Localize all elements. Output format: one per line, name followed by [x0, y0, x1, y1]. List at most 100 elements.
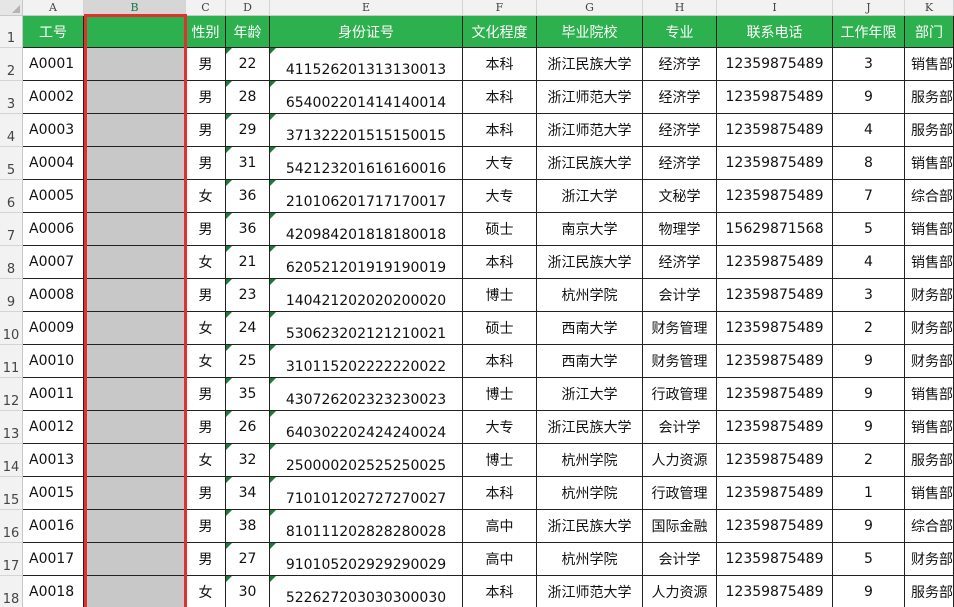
cell-school[interactable]: 浙江民族大学 — [537, 246, 643, 279]
cell-school[interactable]: 浙江师范大学 — [537, 114, 643, 147]
cell-id[interactable]: A0002 — [23, 81, 84, 114]
cell-id[interactable]: A0005 — [23, 180, 84, 213]
cell-age[interactable]: 28 — [226, 81, 270, 114]
table-header-id[interactable]: 工号 — [23, 16, 84, 48]
cell-age[interactable]: 30 — [226, 576, 270, 607]
cell-phone[interactable]: 12359875489 — [717, 378, 833, 411]
cell-education[interactable]: 本科 — [463, 345, 537, 378]
cell-school[interactable]: 杭州学院 — [537, 543, 643, 576]
cell-id[interactable]: A0016 — [23, 510, 84, 543]
cell-phone[interactable]: 12359875489 — [717, 345, 833, 378]
cell-school[interactable]: 浙江大学 — [537, 378, 643, 411]
cell-id-card[interactable]: 250000202525250025 — [270, 444, 463, 477]
cell-education[interactable]: 高中 — [463, 543, 537, 576]
cell-years[interactable]: 4 — [833, 114, 905, 147]
cell-education[interactable]: 本科 — [463, 477, 537, 510]
table-header-id-card[interactable]: 身份证号 — [270, 16, 463, 48]
cell-education[interactable]: 本科 — [463, 48, 537, 81]
cell-major[interactable]: 会计学 — [643, 543, 717, 576]
spreadsheet-grid[interactable]: A B C D E F G H I J K 1 2 3 4 5 6 7 8 9 10 11 12 13 14 15 16 17 18 工号… — [0, 0, 954, 607]
row-header-1[interactable]: 1 — [0, 16, 23, 48]
table-header-years[interactable]: 工作年限 — [833, 16, 905, 48]
cell-gender[interactable]: 男 — [186, 48, 226, 81]
cell-age[interactable]: 32 — [226, 444, 270, 477]
table-header-school[interactable]: 毕业院校 — [537, 16, 643, 48]
cell-gender[interactable]: 男 — [186, 543, 226, 576]
cell-id-card[interactable]: 654002201414140014 — [270, 81, 463, 114]
cell-id[interactable]: A0001 — [23, 48, 84, 81]
cell-gender[interactable]: 女 — [186, 180, 226, 213]
row-header-7[interactable]: 7 — [0, 213, 23, 246]
cell-id-card[interactable]: 371322201515150015 — [270, 114, 463, 147]
cell-years[interactable]: 9 — [833, 378, 905, 411]
cell-education[interactable]: 大专 — [463, 411, 537, 444]
cell-major[interactable]: 经济学 — [643, 81, 717, 114]
cell-dept[interactable]: 销售部 — [905, 213, 954, 246]
cell-school[interactable]: 浙江师范大学 — [537, 576, 643, 607]
cell-gender[interactable]: 女 — [186, 444, 226, 477]
cell-education[interactable]: 博士 — [463, 444, 537, 477]
row-header-9[interactable]: 9 — [0, 279, 23, 312]
cell-years[interactable]: 1 — [833, 477, 905, 510]
cell-dept[interactable]: 财务部 — [905, 345, 954, 378]
row-header-15[interactable]: 15 — [0, 477, 23, 510]
cell-gender[interactable]: 男 — [186, 477, 226, 510]
cell-education[interactable]: 本科 — [463, 576, 537, 607]
cell-dept[interactable]: 综合部 — [905, 180, 954, 213]
cell-id[interactable]: A0007 — [23, 246, 84, 279]
cell-dept[interactable]: 销售部 — [905, 48, 954, 81]
cell-age[interactable]: 23 — [226, 279, 270, 312]
cell-name[interactable] — [84, 213, 186, 246]
cell-major[interactable]: 文秘学 — [643, 180, 717, 213]
cell-education[interactable]: 大专 — [463, 180, 537, 213]
select-all-corner[interactable] — [0, 0, 23, 16]
table-header-dept[interactable]: 部门 — [905, 16, 954, 48]
cell-name[interactable] — [84, 246, 186, 279]
cell-school[interactable]: 浙江师范大学 — [537, 81, 643, 114]
cell-school[interactable]: 浙江民族大学 — [537, 48, 643, 81]
cell-age[interactable]: 24 — [226, 312, 270, 345]
cell-gender[interactable]: 男 — [186, 114, 226, 147]
cell-phone[interactable]: 15629871568 — [717, 213, 833, 246]
column-header-b[interactable]: B — [84, 0, 186, 16]
cell-gender[interactable]: 女 — [186, 576, 226, 607]
cell-education[interactable]: 博士 — [463, 279, 537, 312]
cell-major[interactable]: 人力资源 — [643, 576, 717, 607]
cell-id-card[interactable]: 210106201717170017 — [270, 180, 463, 213]
column-header-j[interactable]: J — [833, 0, 905, 16]
cell-dept[interactable]: 服务部 — [905, 444, 954, 477]
cell-name[interactable] — [84, 477, 186, 510]
table-header-age[interactable]: 年龄 — [226, 16, 270, 48]
cell-name[interactable] — [84, 147, 186, 180]
column-header-f[interactable]: F — [463, 0, 537, 16]
cell-years[interactable]: 9 — [833, 411, 905, 444]
cell-id-card[interactable]: 522627203030300030 — [270, 576, 463, 607]
cell-dept[interactable]: 服务部 — [905, 576, 954, 607]
cell-dept[interactable]: 销售部 — [905, 477, 954, 510]
cell-name[interactable] — [84, 444, 186, 477]
cell-id-card[interactable]: 140421202020200020 — [270, 279, 463, 312]
cell-school[interactable]: 西南大学 — [537, 345, 643, 378]
cell-age[interactable]: 34 — [226, 477, 270, 510]
cell-name[interactable] — [84, 378, 186, 411]
cell-major[interactable]: 人力资源 — [643, 444, 717, 477]
cell-major[interactable]: 物理学 — [643, 213, 717, 246]
cell-id-card[interactable]: 310115202222220022 — [270, 345, 463, 378]
cell-age[interactable]: 26 — [226, 411, 270, 444]
cell-age[interactable]: 35 — [226, 378, 270, 411]
table-header-name[interactable] — [84, 16, 186, 48]
cell-gender[interactable]: 女 — [186, 312, 226, 345]
column-header-k[interactable]: K — [905, 0, 954, 16]
cell-id-card[interactable]: 640302202424240024 — [270, 411, 463, 444]
cell-years[interactable]: 7 — [833, 180, 905, 213]
cell-school[interactable]: 西南大学 — [537, 312, 643, 345]
cell-id-card[interactable]: 910105202929290029 — [270, 543, 463, 576]
column-header-d[interactable]: D — [226, 0, 270, 16]
cell-id[interactable]: A0009 — [23, 312, 84, 345]
cell-major[interactable]: 经济学 — [643, 48, 717, 81]
cell-school[interactable]: 浙江大学 — [537, 180, 643, 213]
cell-phone[interactable]: 12359875489 — [717, 147, 833, 180]
cell-id-card[interactable]: 411526201313130013 — [270, 48, 463, 81]
row-header-4[interactable]: 4 — [0, 114, 23, 147]
cell-id-card[interactable]: 620521201919190019 — [270, 246, 463, 279]
